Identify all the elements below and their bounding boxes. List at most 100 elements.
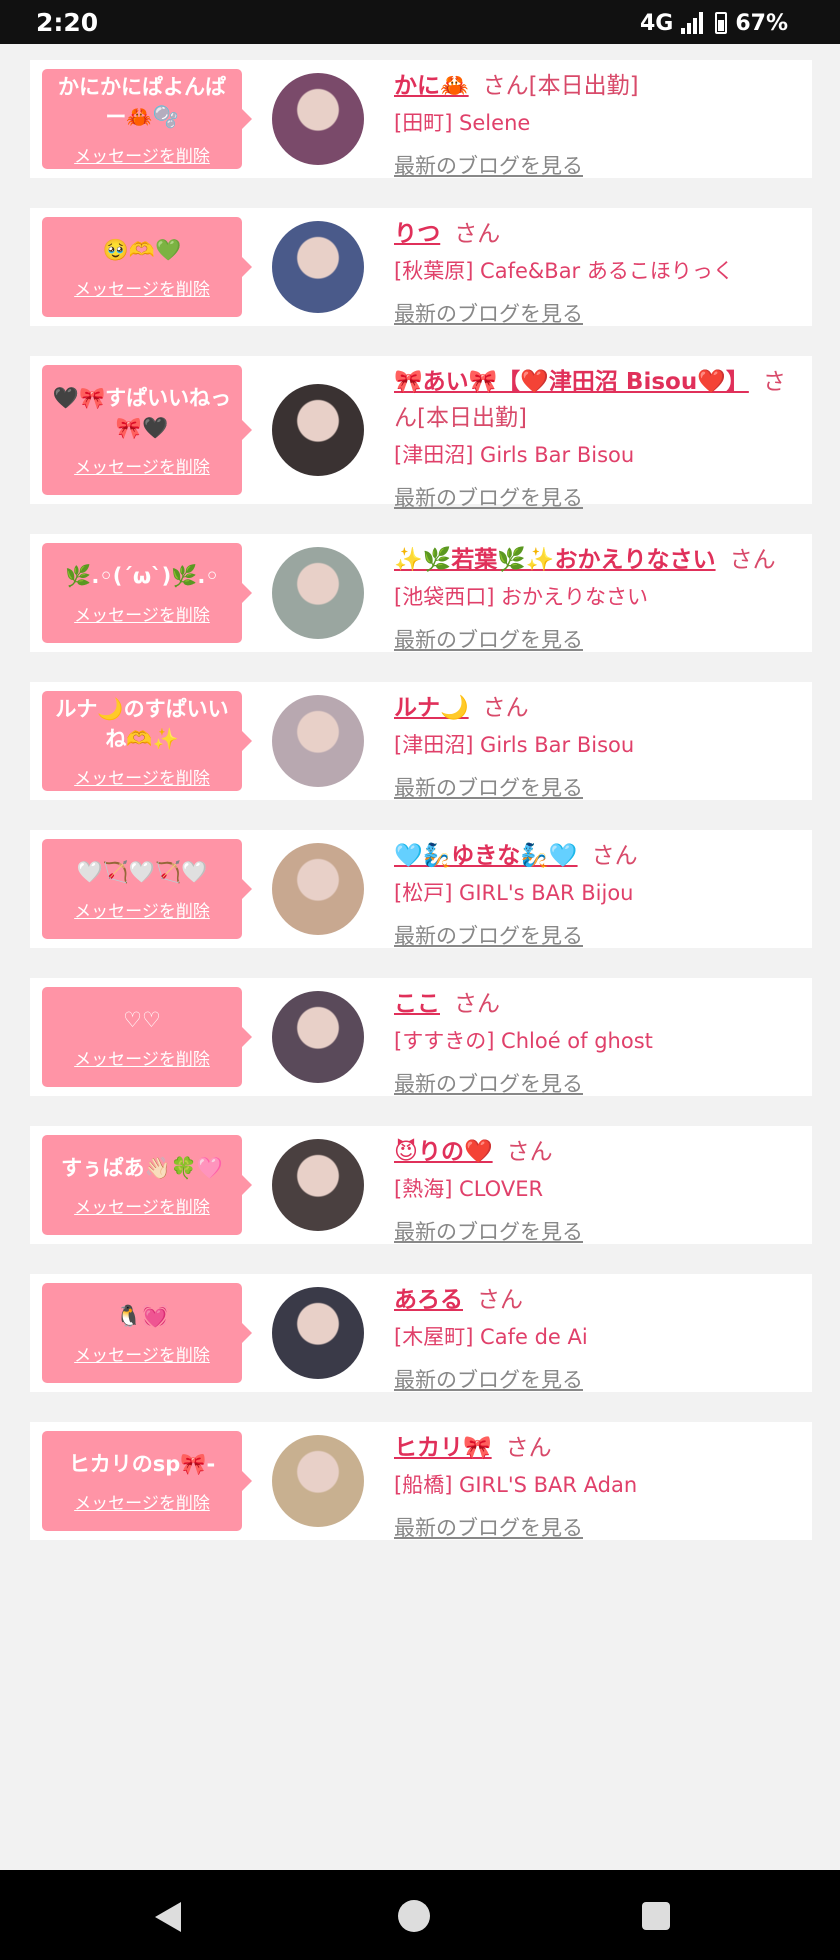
honorific: さん xyxy=(482,73,529,99)
message-card: ヒカリのsp🎀- メッセージを削除 ヒカリ🎀 さん [船橋] GIRL'S BAR Ad… xyxy=(30,1422,812,1540)
avatar[interactable] xyxy=(272,1435,364,1527)
message-bubble: 🖤🎀すぱいいねっ🎀🖤 メッセージを削除 xyxy=(42,365,252,495)
battery-icon xyxy=(715,12,728,34)
avatar[interactable] xyxy=(272,221,364,313)
message-list: かにかにぱよんぱー🦀🫧 メッセージを削除 かに🦀 さん[本日出勤] [田町] Selen… xyxy=(30,60,812,1570)
status-right: 4G 67% xyxy=(640,10,788,36)
message-card: 🐧💓 メッセージを削除 あろる さん [木屋町] Cafe de Ai 最新のブログを見る xyxy=(30,1274,812,1392)
name-line: ルナ🌙 さん xyxy=(394,690,800,726)
honorific: さん xyxy=(482,695,529,721)
shop-label: [津田沼] Girls Bar Bisou xyxy=(394,443,635,467)
delete-message-link[interactable]: メッセージを削除 xyxy=(48,897,236,922)
name-line: かに🦀 さん[本日出勤] xyxy=(394,68,800,104)
avatar[interactable] xyxy=(272,1139,364,1231)
message-card: 🌿.◦(ˊωˋ)🌿.◦ メッセージを削除 ✨🌿若葉🌿✨おかえりなさい さん [池袋西口]… xyxy=(30,534,812,652)
name-line: 🩵🧞ゆきな🧞🩵 さん xyxy=(394,838,800,874)
latest-blog-link[interactable]: 最新のブログを見る xyxy=(394,918,800,954)
message-text: ♡♡ xyxy=(123,1007,161,1032)
message-card: かにかにぱよんぱー🦀🫧 メッセージを削除 かに🦀 さん[本日出勤] [田町] Selen… xyxy=(30,60,812,178)
name-line: ここ さん xyxy=(394,986,800,1022)
message-card: ♡♡ メッセージを削除 ここ さん [すすきの] Chloé of ghost 最新のブロ… xyxy=(30,978,812,1096)
latest-blog-link[interactable]: 最新のブログを見る xyxy=(394,770,800,806)
message-text: すぅぱあ👋🏻🍀🩷 xyxy=(61,1155,223,1180)
shop-label: [津田沼] Girls Bar Bisou xyxy=(394,733,635,757)
cast-name-link[interactable]: ✨🌿若葉🌿✨おかえりなさい xyxy=(394,547,716,573)
message-text: かにかにぱよんぱー🦀🫧 xyxy=(58,74,226,129)
cast-name-link[interactable]: 🎀あい🎀【❤️津田沼 Bisou❤️】 xyxy=(394,369,749,395)
avatar[interactable] xyxy=(272,695,364,787)
latest-blog-link[interactable]: 最新のブログを見る xyxy=(394,1066,800,1102)
delete-message-link[interactable]: メッセージを削除 xyxy=(48,275,236,300)
delete-message-link[interactable]: メッセージを削除 xyxy=(48,764,236,789)
honorific: さん xyxy=(477,1287,523,1313)
delete-message-link[interactable]: メッセージを削除 xyxy=(48,1489,236,1514)
delete-message-link[interactable]: メッセージを削除 xyxy=(48,1193,236,1218)
battery-level: 67% xyxy=(735,10,788,36)
shop-label: [池袋西口] おかえりなさい xyxy=(394,585,649,609)
recents-icon[interactable] xyxy=(642,1902,670,1930)
message-bubble: 🌿.◦(ˊωˋ)🌿.◦ メッセージを削除 xyxy=(42,543,252,643)
honorific: さん xyxy=(591,843,638,869)
latest-blog-link[interactable]: 最新のブログを見る xyxy=(394,296,800,332)
cast-name-link[interactable]: 🩵🧞ゆきな🧞🩵 xyxy=(394,843,578,869)
message-text: 🌿.◦(ˊωˋ)🌿.◦ xyxy=(65,563,219,588)
latest-blog-link[interactable]: 最新のブログを見る xyxy=(394,1362,800,1398)
cast-info: あろる さん [木屋町] Cafe de Ai 最新のブログを見る xyxy=(394,1282,800,1398)
latest-blog-link[interactable]: 最新のブログを見る xyxy=(394,622,800,658)
delete-message-link[interactable]: メッセージを削除 xyxy=(48,1341,236,1366)
message-bubble: かにかにぱよんぱー🦀🫧 メッセージを削除 xyxy=(42,69,252,169)
message-text: 🐧💓 xyxy=(115,1303,169,1328)
cast-name-link[interactable]: ヒカリ🎀 xyxy=(394,1435,492,1461)
cast-info: ルナ🌙 さん [津田沼] Girls Bar Bisou 最新のブログを見る xyxy=(394,690,800,806)
honorific: さん xyxy=(505,1435,552,1461)
cast-name-link[interactable]: 😈りの❤️ xyxy=(394,1139,493,1165)
cast-name-link[interactable]: かに🦀 xyxy=(394,73,469,99)
avatar[interactable] xyxy=(272,384,364,476)
cast-name-link[interactable]: りつ xyxy=(394,221,440,247)
nav-bar xyxy=(0,1870,840,1960)
delete-message-link[interactable]: メッセージを削除 xyxy=(48,601,236,626)
message-bubble: 🤍🏹🤍🏹🤍 メッセージを削除 xyxy=(42,839,252,939)
message-text: 🖤🎀すぱいいねっ🎀🖤 xyxy=(52,385,232,440)
cast-name-link[interactable]: あろる xyxy=(394,1287,463,1313)
cast-info: かに🦀 さん[本日出勤] [田町] Selene 最新のブログを見る xyxy=(394,68,800,184)
cast-info: ヒカリ🎀 さん [船橋] GIRL'S BAR Adan 最新のブログを見る xyxy=(394,1430,800,1546)
shop-label: [熱海] CLOVER xyxy=(394,1177,544,1201)
message-text: ルナ🌙のすぱいいね🫶✨ xyxy=(55,696,229,751)
message-bubble: ♡♡ メッセージを削除 xyxy=(42,987,252,1087)
delete-message-link[interactable]: メッセージを削除 xyxy=(48,142,236,167)
message-card: 🥹🫶💚 メッセージを削除 りつ さん [秋葉原] Cafe&Bar あるこほりっく 最新の… xyxy=(30,208,812,326)
honorific: さん xyxy=(506,1139,553,1165)
latest-blog-link[interactable]: 最新のブログを見る xyxy=(394,148,800,184)
cast-name-link[interactable]: ここ xyxy=(394,991,440,1017)
message-text: 🤍🏹🤍🏹🤍 xyxy=(76,859,208,884)
honorific: さん xyxy=(454,221,501,247)
avatar[interactable] xyxy=(272,73,364,165)
delete-message-link[interactable]: メッセージを削除 xyxy=(48,1045,236,1070)
latest-blog-link[interactable]: 最新のブログを見る xyxy=(394,1214,800,1250)
status-bar: 2:20 4G 67% xyxy=(0,0,840,44)
back-icon[interactable] xyxy=(155,1902,181,1932)
latest-blog-link[interactable]: 最新のブログを見る xyxy=(394,480,800,516)
avatar[interactable] xyxy=(272,991,364,1083)
message-card: ルナ🌙のすぱいいね🫶✨ メッセージを削除 ルナ🌙 さん [津田沼] Girls Bar … xyxy=(30,682,812,800)
cast-name-link[interactable]: ルナ🌙 xyxy=(394,695,469,721)
delete-message-link[interactable]: メッセージを削除 xyxy=(48,453,236,478)
home-icon[interactable] xyxy=(398,1900,430,1932)
name-line: 🎀あい🎀【❤️津田沼 Bisou❤️】 さん[本日出勤] xyxy=(394,364,800,436)
avatar[interactable] xyxy=(272,547,364,639)
shop-label: [船橋] GIRL'S BAR Adan xyxy=(394,1473,638,1497)
name-line: あろる さん xyxy=(394,1282,800,1318)
network-label: 4G xyxy=(639,10,674,36)
shop-label: [秋葉原] Cafe&Bar あるこほりっく xyxy=(394,259,734,283)
latest-blog-link[interactable]: 最新のブログを見る xyxy=(394,1510,800,1546)
cast-info: りつ さん [秋葉原] Cafe&Bar あるこほりっく最新のブログを見る xyxy=(394,216,800,332)
avatar[interactable] xyxy=(272,1287,364,1379)
honorific: さん xyxy=(454,991,500,1017)
avatar[interactable] xyxy=(272,843,364,935)
message-card: 🖤🎀すぱいいねっ🎀🖤 メッセージを削除 🎀あい🎀【❤️津田沼 Bisou❤️】 さん[… xyxy=(30,356,812,510)
name-line: ヒカリ🎀 さん xyxy=(394,1430,800,1466)
message-bubble: すぅぱあ👋🏻🍀🩷 メッセージを削除 xyxy=(42,1135,252,1235)
cast-info: ここ さん [すすきの] Chloé of ghost 最新のブログを見る xyxy=(394,986,800,1102)
shop-label: [田町] Selene xyxy=(394,111,531,135)
